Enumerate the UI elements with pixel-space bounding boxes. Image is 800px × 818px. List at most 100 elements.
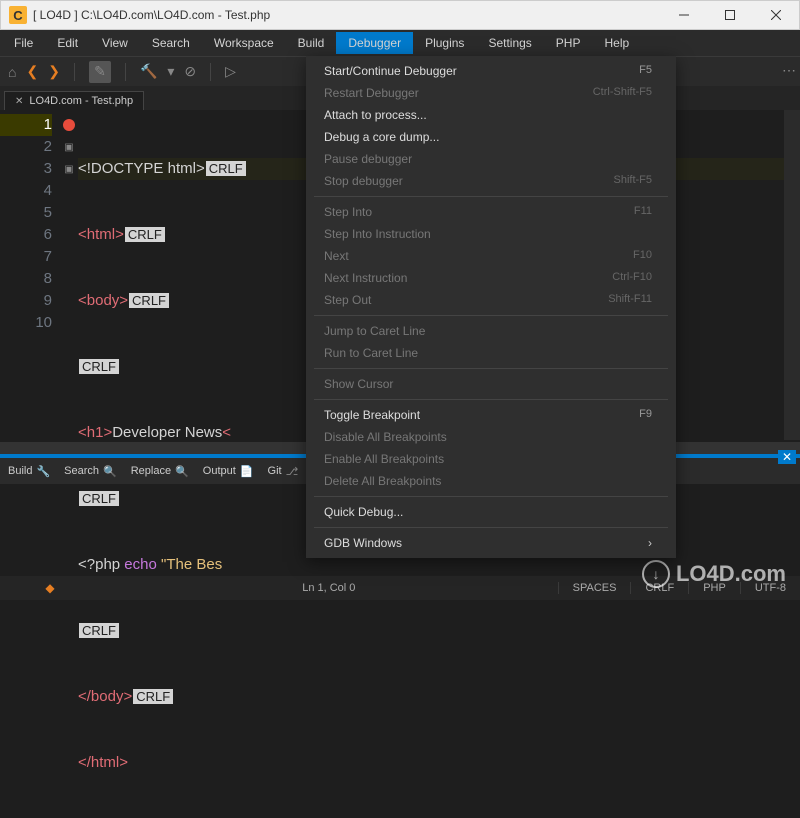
menu-item-label: Toggle Breakpoint xyxy=(324,408,420,422)
hammer-icon[interactable]: 🔨 xyxy=(140,63,157,80)
line-number[interactable]: 7 xyxy=(0,246,52,268)
panel-tab-output[interactable]: Output📄 xyxy=(203,465,254,478)
minimize-button[interactable] xyxy=(661,0,707,30)
menu-item-label: Enable All Breakpoints xyxy=(324,452,444,466)
menu-item: Enable All Breakpoints xyxy=(306,448,676,470)
fold-toggle-icon[interactable]: ▣ xyxy=(60,158,78,180)
menu-shortcut: F9 xyxy=(639,408,652,422)
panel-tab-replace[interactable]: Replace🔍 xyxy=(131,465,189,478)
panel-tab-git[interactable]: Git⎇ xyxy=(268,465,299,478)
menu-item-label: Delete All Breakpoints xyxy=(324,474,441,488)
line-number[interactable]: 3 xyxy=(0,158,52,180)
maximize-button[interactable] xyxy=(707,0,753,30)
tab-close-icon[interactable]: ✕ xyxy=(15,96,23,107)
menu-item[interactable]: Attach to process... xyxy=(306,104,676,126)
gutter: 1 2 3 4 5 6 7 8 9 10 xyxy=(0,110,60,440)
menu-view[interactable]: View xyxy=(90,32,140,54)
back-icon[interactable]: ❮ xyxy=(26,63,38,80)
toolbar-separator xyxy=(125,63,126,81)
menu-item: Step Out Shift-F11 xyxy=(306,289,676,311)
menu-item[interactable]: Debug a core dump... xyxy=(306,126,676,148)
panel-tab-build[interactable]: Build🔧 xyxy=(8,465,50,478)
menu-item[interactable]: Quick Debug... xyxy=(306,501,676,523)
menu-item-label: Step Out xyxy=(324,293,371,307)
menu-item: Restart Debugger Ctrl-Shift-F5 xyxy=(306,82,676,104)
menu-search[interactable]: Search xyxy=(140,32,202,54)
edit-icon[interactable]: ✎ xyxy=(89,61,111,83)
toolbar-separator xyxy=(74,63,75,81)
home-icon[interactable]: ⌂ xyxy=(8,64,16,80)
menu-item: NextF10 xyxy=(306,245,676,267)
editor-tab[interactable]: ✕ LO4D.com - Test.php xyxy=(4,91,144,110)
line-number[interactable]: 5 xyxy=(0,202,52,224)
debugger-menu-dropdown: Start/Continue DebuggerF5Restart Debugge… xyxy=(306,56,676,558)
menu-item-label: Next Instruction xyxy=(324,271,407,285)
git-icon: ⎇ xyxy=(286,465,299,478)
menu-shortcut: Shift-F11 xyxy=(608,293,652,307)
line-number[interactable]: 10 xyxy=(0,312,52,334)
line-number[interactable]: 6 xyxy=(0,224,52,246)
minimap-sidebar[interactable] xyxy=(784,110,800,440)
close-button[interactable] xyxy=(753,0,799,30)
menu-item[interactable]: Start/Continue DebuggerF5 xyxy=(306,60,676,82)
app-icon: C xyxy=(9,6,27,24)
line-number[interactable]: 9 xyxy=(0,290,52,312)
menu-item: Show Cursor xyxy=(306,373,676,395)
panel-tab-search[interactable]: Search🔍 xyxy=(64,465,117,478)
stop-icon[interactable]: ⊘ xyxy=(184,63,196,80)
menu-item-label: Step Into xyxy=(324,205,372,219)
menu-item-label: Quick Debug... xyxy=(324,505,403,519)
breakpoint-icon[interactable] xyxy=(60,114,78,136)
menu-debugger[interactable]: Debugger xyxy=(336,32,413,54)
menu-item[interactable]: Toggle Breakpoint F9 xyxy=(306,404,676,426)
panel-close-icon[interactable]: ✕ xyxy=(778,450,796,464)
menu-edit[interactable]: Edit xyxy=(45,32,90,54)
minimize-icon xyxy=(679,10,689,20)
overflow-icon[interactable]: ⋯ xyxy=(782,62,796,79)
menu-shortcut: Ctrl-Shift-F5 xyxy=(593,86,652,100)
menu-help[interactable]: Help xyxy=(592,32,641,54)
fold-toggle-icon[interactable]: ▣ xyxy=(60,136,78,158)
fold-column: ▣ ▣ xyxy=(60,110,78,440)
status-diamond-icon[interactable]: ◆ xyxy=(45,581,54,595)
forward-icon[interactable]: ❯ xyxy=(48,63,60,80)
tab-label: LO4D.com - Test.php xyxy=(29,95,133,107)
menu-settings[interactable]: Settings xyxy=(476,32,543,54)
menu-plugins[interactable]: Plugins xyxy=(413,32,476,54)
run-icon[interactable]: ▷ xyxy=(225,63,236,80)
menu-item: Next Instruction Ctrl-F10 xyxy=(306,267,676,289)
line-number[interactable]: 8 xyxy=(0,268,52,290)
replace-icon: 🔍 xyxy=(175,465,189,478)
menu-build[interactable]: Build xyxy=(286,32,337,54)
cursor-position[interactable]: Ln 1, Col 0 xyxy=(100,582,558,594)
window-title: [ LO4D ] C:\LO4D.com\LO4D.com - Test.php xyxy=(33,8,661,22)
line-number[interactable]: 4 xyxy=(0,180,52,202)
menu-item-label: Restart Debugger xyxy=(324,86,419,100)
menu-item: Step Into Instruction xyxy=(306,223,676,245)
menu-php[interactable]: PHP xyxy=(544,32,593,54)
search-icon: 🔍 xyxy=(103,465,117,478)
menu-item: Step IntoF11 xyxy=(306,201,676,223)
menu-item: Stop debugger Shift-F5 xyxy=(306,170,676,192)
menu-item: Jump to Caret Line xyxy=(306,320,676,342)
menu-shortcut: Ctrl-F10 xyxy=(612,271,652,285)
menu-item-label: Debug a core dump... xyxy=(324,130,439,144)
menu-item[interactable]: GDB Windows› xyxy=(306,532,676,554)
line-number[interactable]: 1 xyxy=(0,114,52,136)
menu-file[interactable]: File xyxy=(2,32,45,54)
menu-separator xyxy=(314,196,668,197)
line-number[interactable]: 2 xyxy=(0,136,52,158)
menubar: File Edit View Search Workspace Build De… xyxy=(0,30,800,56)
menu-item-label: Stop debugger xyxy=(324,174,403,188)
menu-shortcut: Shift-F5 xyxy=(613,174,652,188)
menu-workspace[interactable]: Workspace xyxy=(202,32,286,54)
menu-item-label: Next xyxy=(324,249,349,263)
submenu-arrow-icon: › xyxy=(648,536,652,550)
indent-mode[interactable]: SPACES xyxy=(558,582,631,594)
menu-item-label: Show Cursor xyxy=(324,377,393,391)
window-titlebar: C [ LO4D ] C:\LO4D.com\LO4D.com - Test.p… xyxy=(0,0,800,30)
dropdown-icon[interactable]: ▾ xyxy=(167,63,174,80)
menu-item: Disable All Breakpoints xyxy=(306,426,676,448)
menu-item-label: Start/Continue Debugger xyxy=(324,64,457,78)
menu-item-label: Pause debugger xyxy=(324,152,412,166)
